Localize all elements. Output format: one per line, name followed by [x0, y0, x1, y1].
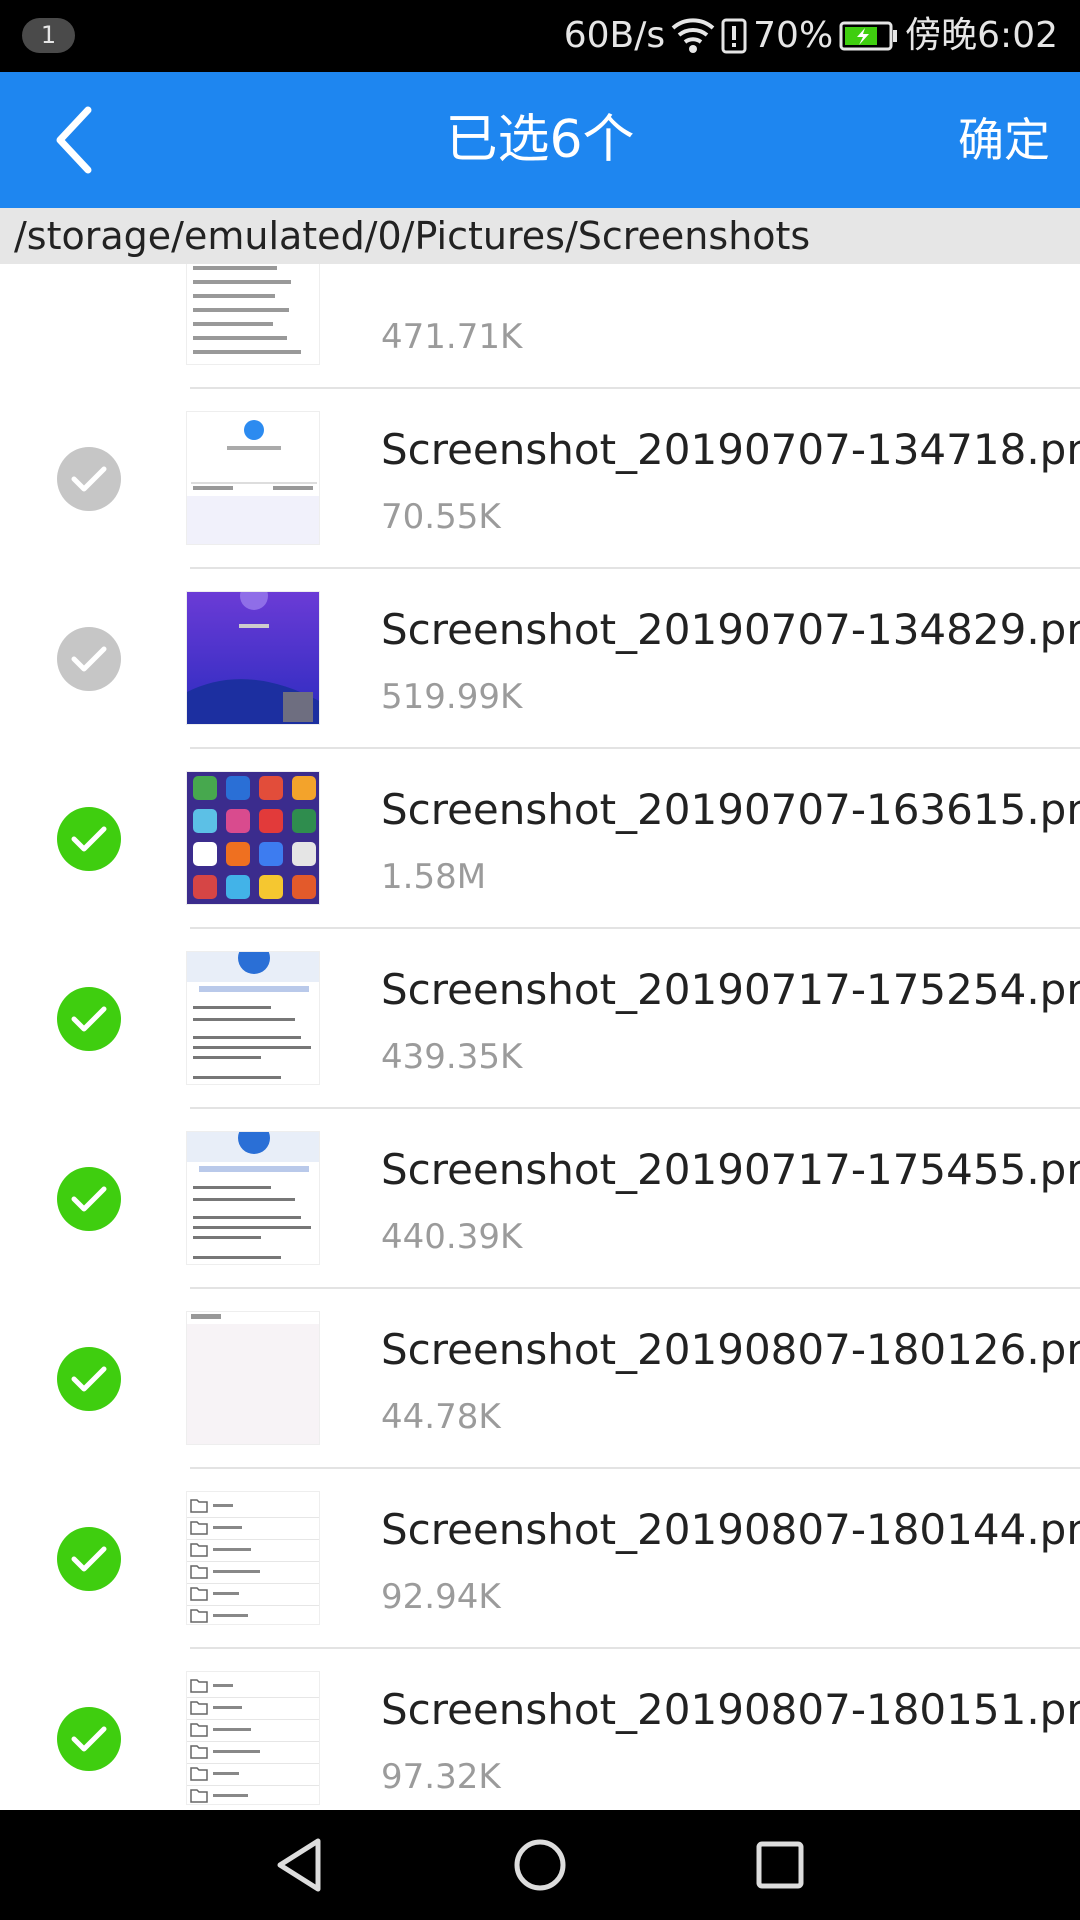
file-thumbnail [186, 264, 320, 365]
checked-icon[interactable] [57, 807, 121, 871]
file-name: Screenshot_20190707-134829.png [381, 605, 1080, 654]
file-size: 97.32K [381, 1757, 501, 1797]
alert-sim-icon [721, 16, 747, 56]
file-row[interactable]: Screenshot_20190707-134718.png 70.55K [0, 389, 1080, 569]
nav-home-icon [514, 1839, 566, 1891]
file-size: 440.39K [381, 1217, 523, 1257]
file-name: Screenshot_20190807-180126.png [381, 1325, 1080, 1374]
network-speed: 60B/s [563, 15, 666, 56]
file-thumbnail [186, 1131, 320, 1265]
file-name: Screenshot_20190717-175254.png [381, 965, 1080, 1014]
file-row[interactable]: 471.71K [0, 264, 1080, 389]
file-name: Screenshot_20190717-175455.png [381, 1145, 1080, 1194]
file-row[interactable]: Screenshot_20190717-175455.png 440.39K [0, 1109, 1080, 1289]
file-thumbnail [186, 1491, 320, 1625]
nav-home-button[interactable] [505, 1830, 575, 1900]
file-name: Screenshot_20190807-180144.png [381, 1505, 1080, 1554]
file-thumbnail [186, 591, 320, 725]
file-row[interactable]: Screenshot_20190707-163615.png 1.58M [0, 749, 1080, 929]
current-path: /storage/emulated/0/Pictures/Screenshots [0, 208, 1080, 264]
file-thumbnail [186, 1671, 320, 1805]
file-size: 44.78K [381, 1397, 501, 1437]
file-list[interactable]: 471.71K Screenshot_20190707-134718.png 70.… [0, 264, 1080, 1810]
nav-recents-button[interactable] [745, 1830, 815, 1900]
file-size: 1.58M [381, 857, 487, 897]
nav-back-button[interactable] [264, 1830, 334, 1900]
file-thumbnail [186, 771, 320, 905]
checked-icon[interactable] [57, 1347, 121, 1411]
file-row[interactable]: Screenshot_20190717-175254.png 439.35K [0, 929, 1080, 1109]
chevron-left-icon [56, 106, 92, 174]
file-size: 471.71K [381, 317, 523, 357]
app-bar: 已选6个 确定 [0, 72, 1080, 208]
checked-icon[interactable] [57, 987, 121, 1051]
file-name: Screenshot_20190707-134718.png [381, 425, 1080, 474]
nav-recents-icon [756, 1841, 804, 1889]
file-size: 519.99K [381, 677, 523, 717]
system-nav-bar [0, 1810, 1080, 1920]
battery-percent: 70% [753, 15, 834, 56]
status-indicators: 60B/s 70% 傍晚6:02 [564, 0, 1058, 72]
page-title: 已选6个 [445, 110, 635, 170]
file-thumbnail [186, 951, 320, 1085]
file-name: Screenshot_20190707-163615.png [381, 785, 1080, 834]
file-row[interactable]: Screenshot_20190807-180144.png 92.94K [0, 1469, 1080, 1649]
file-row[interactable]: Screenshot_20190707-134829.png 519.99K [0, 569, 1080, 749]
checked-icon[interactable] [57, 1527, 121, 1591]
clock: 傍晚6:02 [905, 15, 1058, 56]
file-row[interactable]: Screenshot_20190807-180126.png 44.78K [0, 1289, 1080, 1469]
status-bar: 1 60B/s 70% 傍晚6:02 [0, 0, 1080, 72]
checked-icon[interactable] [57, 1167, 121, 1231]
battery-icon [839, 20, 899, 52]
confirm-button[interactable]: 确定 [958, 72, 1050, 208]
file-thumbnail [186, 411, 320, 545]
notification-count-badge: 1 [22, 18, 75, 53]
file-name: Screenshot_20190807-180151.png [381, 1685, 1080, 1734]
checked-icon[interactable] [57, 1707, 121, 1771]
unchecked-icon[interactable] [57, 627, 121, 691]
file-size: 92.94K [381, 1577, 501, 1617]
file-thumbnail [186, 1311, 320, 1445]
file-row[interactable]: Screenshot_20190807-180151.png 97.32K [0, 1649, 1080, 1810]
back-button[interactable] [30, 96, 118, 184]
wifi-icon [671, 16, 715, 56]
file-size: 439.35K [381, 1037, 523, 1077]
nav-back-icon [277, 1838, 321, 1892]
unchecked-icon[interactable] [57, 447, 121, 511]
file-size: 70.55K [381, 497, 501, 537]
